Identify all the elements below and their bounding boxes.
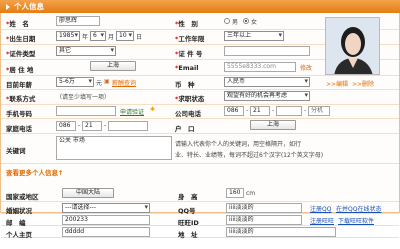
gender-female-radio[interactable] — [243, 18, 249, 24]
residence-label: *居 住 地 — [6, 66, 34, 74]
home-phone-number[interactable] — [108, 121, 148, 131]
height-input[interactable]: 160 — [226, 188, 244, 198]
birth-year-select[interactable]: 1985 — [56, 31, 80, 41]
salary-label: 目前年薪 — [6, 81, 32, 89]
separator-dash: - — [78, 122, 81, 129]
company-phone-ext[interactable]: 分机 — [308, 106, 330, 116]
homepage-label: 个人主页 — [6, 231, 32, 239]
homepage-input[interactable]: ddddd — [62, 227, 150, 237]
gender-label: *性 别 — [175, 20, 198, 28]
id-no-input[interactable] — [224, 46, 310, 56]
mobile-input[interactable] — [56, 106, 116, 116]
wangwang-register-link[interactable]: 注册旺旺 — [310, 216, 334, 225]
email-input[interactable]: 5555e8333.com — [224, 62, 296, 72]
gender-male-text: 男 — [232, 19, 239, 26]
wangwang-download-link[interactable]: 下载旺旺软件 — [338, 216, 374, 225]
wangwang-input[interactable]: iiii淡淡的 — [226, 215, 302, 225]
profile-photo — [325, 17, 380, 75]
keywords-label: 关键词 — [6, 147, 26, 155]
day-unit-text: 日 — [136, 34, 143, 41]
person-photo-icon — [326, 18, 379, 74]
currency-select[interactable]: 人民币 — [224, 77, 310, 87]
address-input[interactable]: iiii淡淡的 — [226, 227, 336, 237]
id-type-label: *证件类型 — [6, 50, 36, 58]
company-phone-label: 公司电话 — [175, 110, 201, 118]
keywords-note-line1: 请输入代表你个人的关键词，用空格隔开，如行 — [175, 141, 302, 148]
lightbulb-icon: ✱ — [150, 106, 156, 113]
contact-hint: （请至少填写一项） — [56, 94, 111, 101]
email-modify-link[interactable]: 修改 — [300, 63, 312, 72]
job-status-select[interactable]: 观望有好的机会再考虑 — [224, 91, 310, 101]
home-phone-area[interactable]: 21 — [82, 121, 102, 131]
salary-select[interactable]: 5-6万 — [56, 77, 94, 87]
row-divider — [1, 201, 399, 202]
zip-input[interactable]: 200233 — [62, 215, 150, 225]
row-divider — [1, 237, 399, 238]
keywords-note-line2: 业、特长、业绩等，每词不超过6个汉字(12个英文字母) — [175, 152, 324, 159]
separator-dash: - — [304, 107, 307, 114]
home-phone-label: 家庭电话 — [6, 125, 32, 133]
more-info-toggle[interactable]: 查看更多个人信息↑ — [6, 167, 63, 177]
salary-unit: 元 — [96, 80, 103, 87]
country-label: 国家或地区 — [6, 193, 39, 201]
qq-register-link[interactable]: 注册QQ — [310, 204, 331, 213]
section-title: 个人信息 — [14, 2, 44, 11]
gender-female-text: 女 — [251, 19, 258, 26]
row-divider — [1, 104, 399, 105]
qq-input[interactable]: iiii淡淡的 — [226, 203, 302, 213]
company-phone-cc[interactable]: 086 — [224, 106, 244, 116]
salary-query-link[interactable]: 薪酬查询 — [112, 78, 136, 87]
birth-month-select[interactable]: 6 — [90, 31, 106, 41]
birth-day-select[interactable]: 10 — [116, 31, 134, 41]
keywords-textarea[interactable]: 公关 市场 — [56, 136, 172, 160]
currency-label: 币 种 — [175, 81, 195, 89]
section-header: 个人信息 — [0, 0, 400, 13]
address-label: 地 址 — [178, 231, 198, 239]
salary-query-icon[interactable]: ▣ — [104, 78, 110, 85]
name-label: *姓 名 — [6, 20, 29, 28]
qq-label: QQ号 — [178, 207, 196, 215]
separator-dash: - — [272, 107, 275, 114]
id-type-select[interactable]: 其它 — [56, 46, 116, 56]
row-divider — [1, 225, 399, 226]
photo-delete-link[interactable]: >>删除 — [352, 79, 374, 88]
contact-label: *联系方式 — [6, 95, 36, 103]
gender-male-radio[interactable] — [224, 18, 230, 24]
hukou-button[interactable]: 上海 — [250, 120, 296, 130]
birth-label: *出生日期 — [6, 35, 36, 43]
marital-select[interactable]: ---请选择--- — [62, 203, 150, 213]
work-exp-label: *工作年限 — [175, 35, 205, 43]
company-phone-number[interactable] — [276, 106, 302, 116]
height-unit: cm — [246, 190, 256, 197]
company-phone-area[interactable]: 21 — [250, 106, 270, 116]
row-divider — [1, 89, 399, 90]
row-divider — [1, 213, 399, 214]
month-unit-text: 月 — [108, 34, 115, 41]
height-label: 身 高 — [178, 193, 198, 201]
name-input[interactable]: 廖思辉 — [56, 16, 100, 26]
marital-label: 婚姻状况 — [6, 207, 32, 215]
row-divider — [1, 133, 399, 134]
zip-label: 邮 编 — [6, 219, 26, 227]
qq-online-link[interactable]: 在并QQ在线状态 — [336, 204, 381, 213]
separator-dash: - — [104, 122, 107, 129]
country-button[interactable]: 中国大陆 — [62, 188, 114, 198]
collapse-arrow-icon[interactable] — [6, 4, 10, 10]
row-divider — [1, 118, 399, 119]
mobile-verify-link[interactable]: 申请验证 — [120, 107, 144, 116]
email-label: *Email — [175, 64, 199, 72]
row-divider — [1, 75, 399, 76]
separator-dash: - — [246, 107, 249, 114]
id-no-label: *证 件 号 — [175, 50, 203, 58]
hukou-label: 户 口 — [175, 125, 195, 133]
mobile-label: 手机号码 — [6, 110, 32, 118]
work-exp-select[interactable]: 三年以上 — [224, 31, 284, 41]
year-unit-text: 年 — [82, 34, 89, 41]
job-status-label: *求职状态 — [175, 95, 205, 103]
home-phone-cc[interactable]: 086 — [56, 121, 76, 131]
residence-button[interactable]: 上海 — [90, 61, 136, 71]
photo-edit-link[interactable]: >>编辑 — [326, 79, 348, 88]
wangwang-label: 旺旺ID — [178, 219, 199, 227]
row-divider — [1, 163, 399, 164]
